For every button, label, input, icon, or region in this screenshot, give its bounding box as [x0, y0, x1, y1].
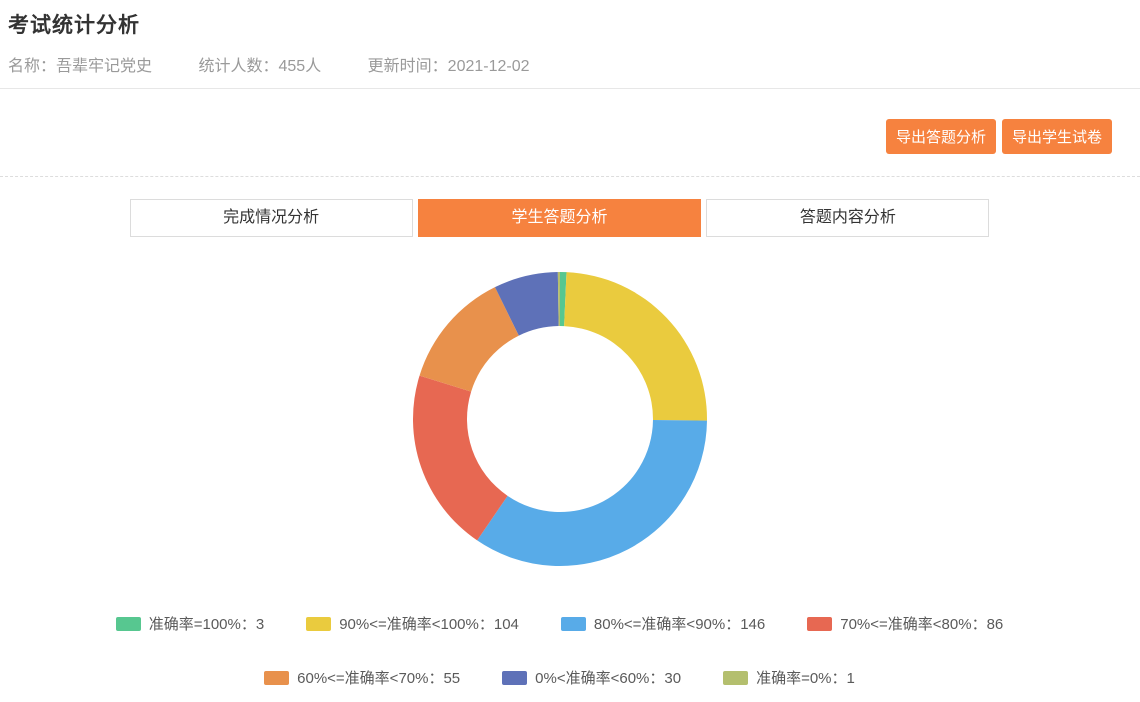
meta-participant-count-label: 统计人数： [198, 58, 278, 75]
chart-legend: 准确率=100%：3 90%<=准确率<100%：104 80%<=准确率<90%：… [0, 613, 1119, 688]
legend-label: 0%<准确率<60%：30 [535, 667, 681, 688]
page-title: 考试统计分析 [8, 9, 1140, 39]
donut-chart-svg [410, 269, 710, 569]
export-answer-analysis-button[interactable]: 导出答题分析 [886, 119, 996, 154]
export-student-papers-button[interactable]: 导出学生试卷 [1002, 119, 1112, 154]
pie-segment[interactable] [413, 376, 508, 541]
legend-swatch [116, 617, 141, 631]
legend-row-2: 60%<=准确率<70%：55 0%<准确率<60%：30 准确率=0%：1 [0, 667, 1119, 688]
legend-swatch [723, 671, 748, 685]
legend-label: 准确率=0%：1 [756, 667, 855, 688]
legend-row-1: 准确率=100%：3 90%<=准确率<100%：104 80%<=准确率<90%：… [0, 613, 1119, 634]
tab-completion-analysis[interactable]: 完成情况分析 [130, 199, 413, 237]
export-toolbar: 导出答题分析 导出学生试卷 [0, 89, 1140, 177]
legend-swatch [264, 671, 289, 685]
meta-exam-name-value: 吾辈牢记党史 [56, 58, 152, 75]
tab-student-answer-analysis[interactable]: 学生答题分析 [418, 199, 701, 237]
legend-item[interactable]: 80%<=准确率<90%：146 [561, 613, 765, 634]
main-content: 完成情况分析 学生答题分析 答题内容分析 准确率=100%：3 90%<=准确率<… [0, 199, 1119, 688]
meta-exam-name-label: 名称： [8, 58, 56, 75]
pie-segment[interactable] [564, 272, 707, 420]
legend-label: 70%<=准确率<80%：86 [840, 613, 1003, 634]
accuracy-donut-chart [0, 269, 1119, 569]
analysis-tab-bar: 完成情况分析 学生答题分析 答题内容分析 [130, 199, 990, 237]
exam-meta-row: 名称：吾辈牢记党史 统计人数：455人 更新时间：2021-12-02 [8, 52, 1140, 76]
meta-update-time-value: 2021-12-02 [448, 58, 530, 75]
legend-item[interactable]: 60%<=准确率<70%：55 [264, 667, 460, 688]
legend-label: 90%<=准确率<100%：104 [339, 613, 519, 634]
legend-item[interactable]: 准确率=100%：3 [116, 613, 264, 634]
legend-item[interactable]: 70%<=准确率<80%：86 [807, 613, 1003, 634]
legend-swatch [561, 617, 586, 631]
legend-swatch [502, 671, 527, 685]
tab-answer-content-analysis[interactable]: 答题内容分析 [706, 199, 989, 237]
meta-update-time: 更新时间：2021-12-02 [368, 58, 530, 75]
legend-label: 60%<=准确率<70%：55 [297, 667, 460, 688]
pie-segment[interactable] [477, 420, 707, 566]
legend-swatch [306, 617, 331, 631]
legend-label: 准确率=100%：3 [149, 613, 264, 634]
legend-label: 80%<=准确率<90%：146 [594, 613, 765, 634]
meta-participant-count: 统计人数：455人 [198, 58, 321, 75]
legend-swatch [807, 617, 832, 631]
legend-item[interactable]: 准确率=0%：1 [723, 667, 855, 688]
meta-participant-count-value: 455人 [279, 58, 322, 75]
legend-item[interactable]: 0%<准确率<60%：30 [502, 667, 681, 688]
legend-item[interactable]: 90%<=准确率<100%：104 [306, 613, 519, 634]
meta-exam-name: 名称：吾辈牢记党史 [8, 58, 152, 75]
page-header: 考试统计分析 名称：吾辈牢记党史 统计人数：455人 更新时间：2021-12-… [0, 0, 1140, 89]
meta-update-time-label: 更新时间： [368, 58, 448, 75]
